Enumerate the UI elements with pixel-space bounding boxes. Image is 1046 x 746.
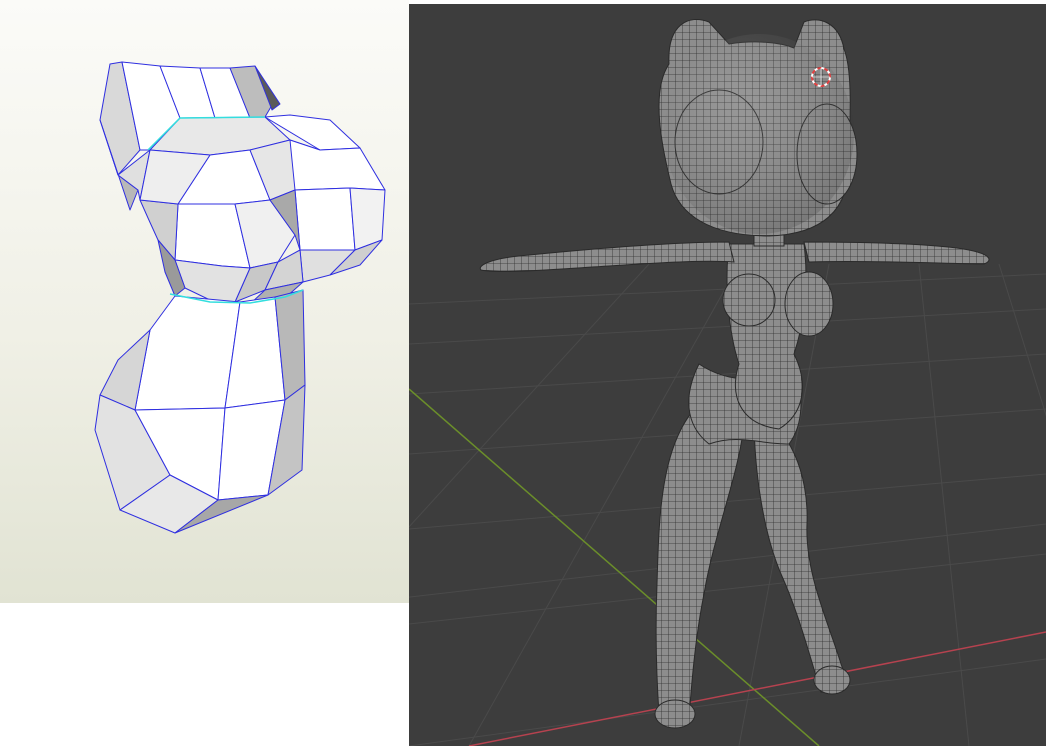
papercraft-3d-view[interactable] xyxy=(0,0,409,603)
3d-cursor-icon[interactable] xyxy=(811,67,831,87)
lowpoly-torso-model xyxy=(94,61,386,534)
empty-area xyxy=(0,603,409,746)
blender-3d-viewport[interactable] xyxy=(409,4,1046,746)
viewport-canvas xyxy=(409,18,1046,746)
floor-grid xyxy=(409,263,1046,746)
